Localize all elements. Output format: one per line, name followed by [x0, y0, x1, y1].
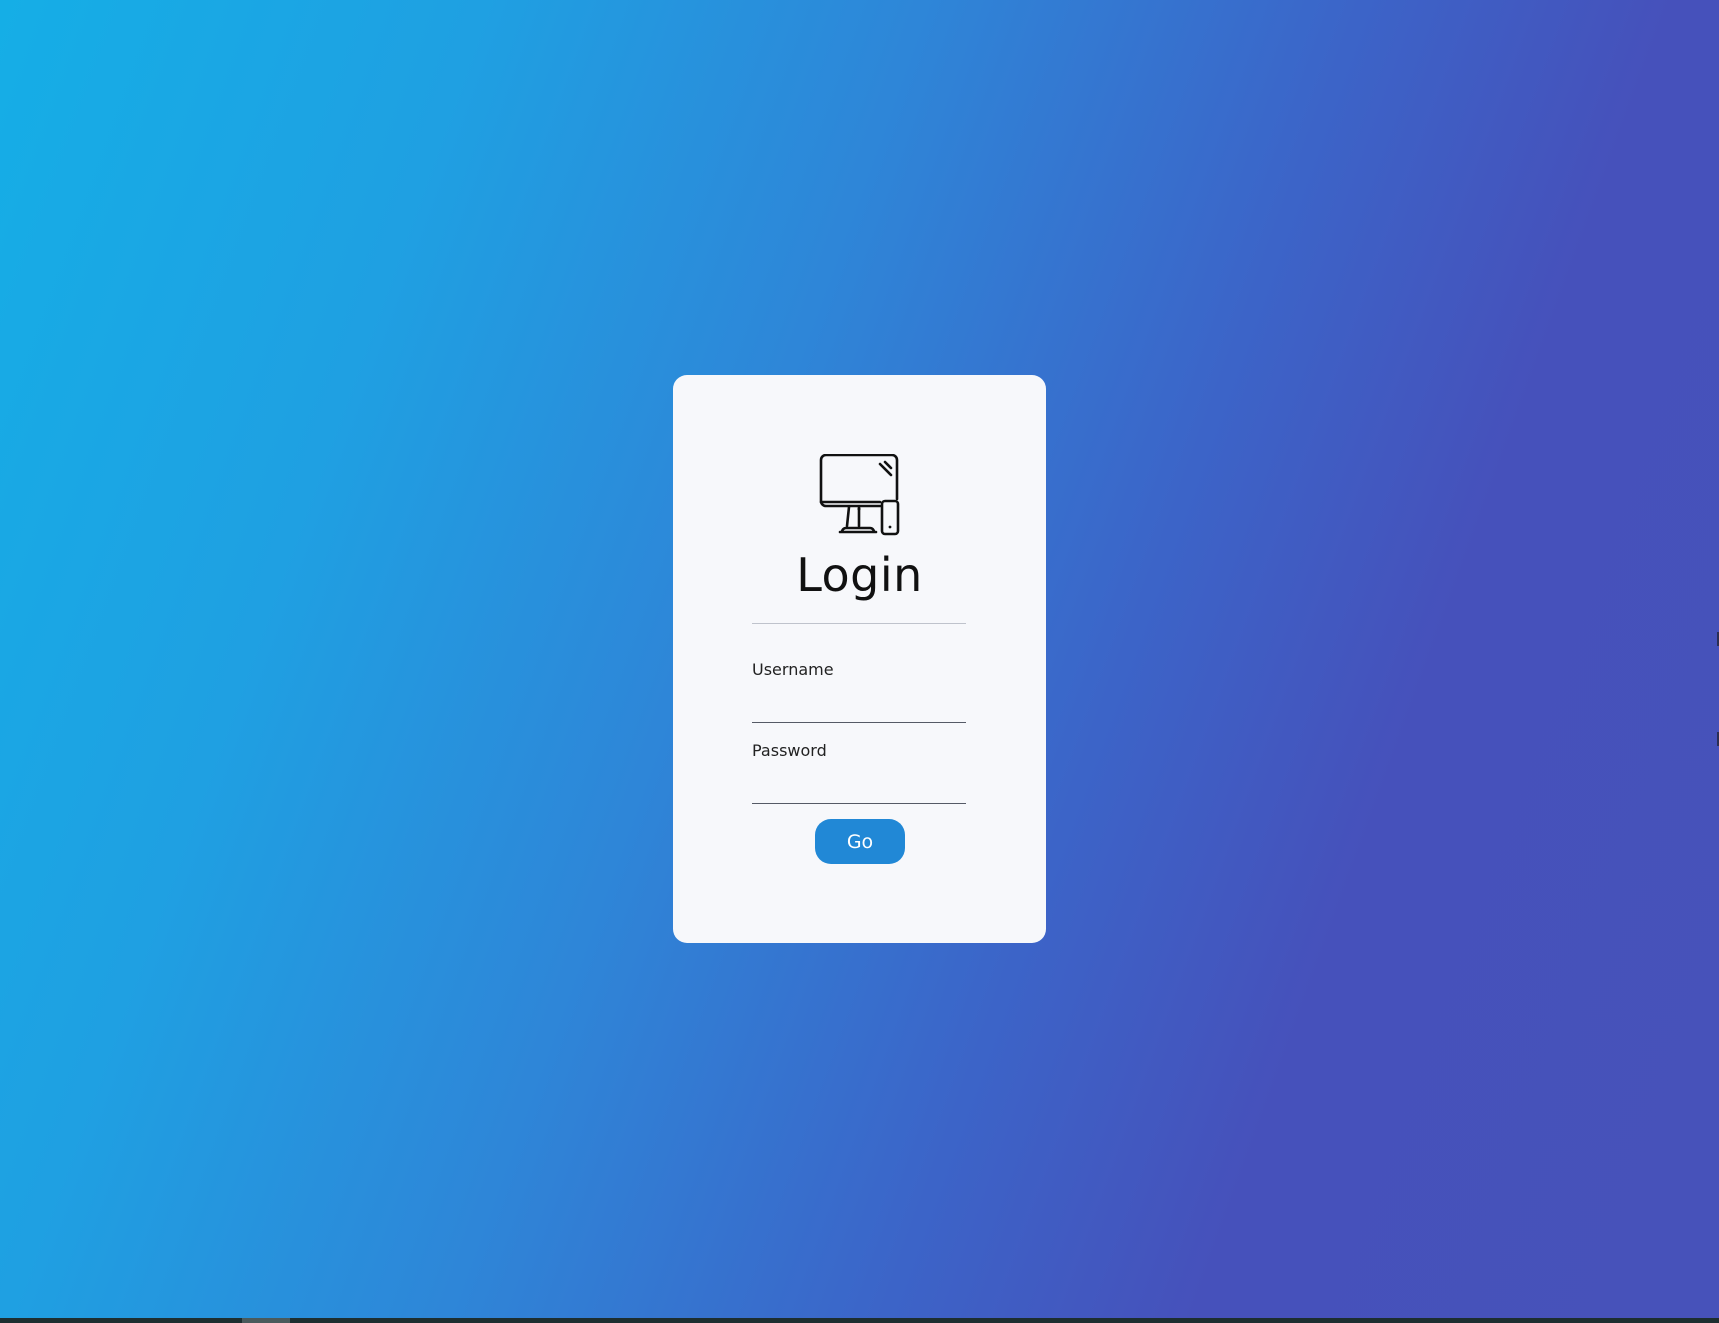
taskbar-indicator [242, 1318, 290, 1323]
go-button[interactable]: Go [815, 819, 905, 864]
bottom-taskbar-strip [0, 1318, 1719, 1323]
title-divider [752, 623, 966, 624]
login-title: Login [796, 548, 923, 602]
password-input[interactable] [752, 776, 966, 804]
password-label: Password [752, 741, 827, 760]
login-page: Login Username Password Go [0, 0, 1719, 1318]
login-card: Login Username Password Go [673, 375, 1046, 943]
username-label: Username [752, 660, 834, 679]
desktop-and-phone-icon [818, 453, 901, 537]
username-input[interactable] [752, 695, 966, 723]
